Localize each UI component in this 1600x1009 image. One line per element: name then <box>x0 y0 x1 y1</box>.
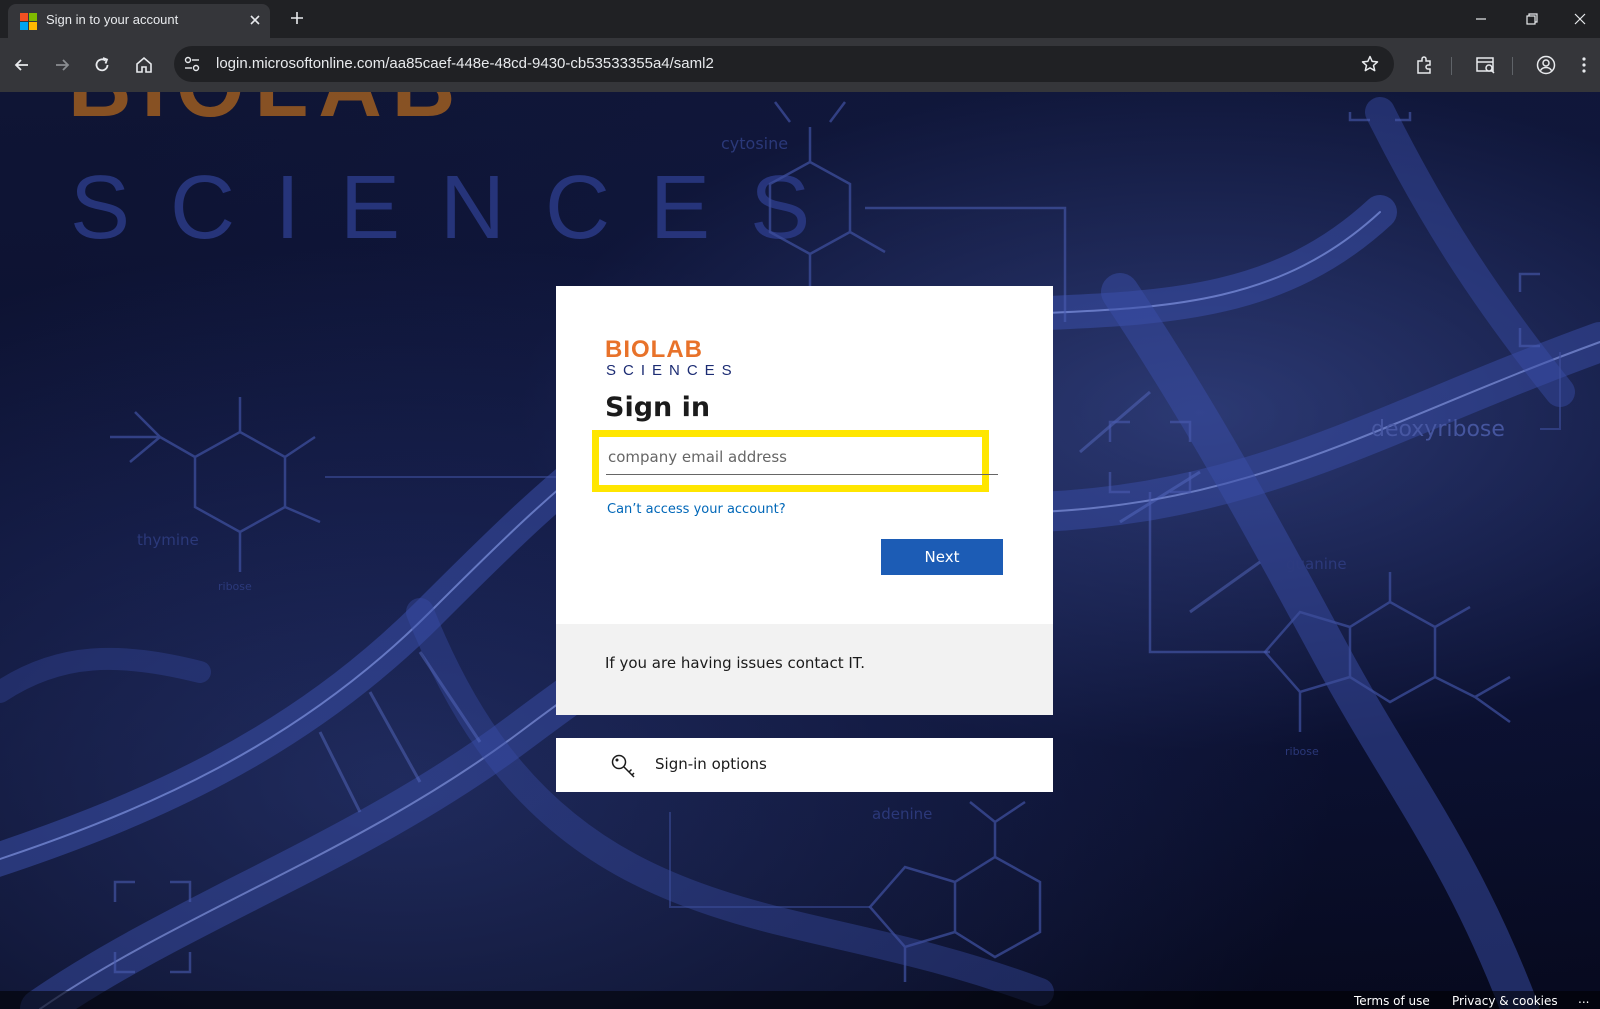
page-title: Sign in <box>605 392 711 423</box>
bg-label-deoxyribose: deoxyribose <box>1371 417 1505 442</box>
tab-search-icon <box>1476 57 1495 74</box>
it-contact-text: If you are having issues contact IT. <box>605 654 865 672</box>
new-tab-icon[interactable] <box>287 8 307 28</box>
close-window-button[interactable] <box>1560 5 1600 33</box>
signin-card: BIOLAB SCIENCES Sign in Can’t access you… <box>556 286 1053 715</box>
cant-access-account-link[interactable]: Can’t access your account? <box>607 502 786 517</box>
restore-button[interactable] <box>1509 5 1555 33</box>
bg-label-thymine: thymine <box>137 531 199 549</box>
biolab-sciences-logo: BIOLAB SCIENCES <box>605 336 739 378</box>
restore-icon <box>1526 13 1538 25</box>
kebab-menu-icon <box>1582 57 1586 73</box>
bg-label-cytosine: cytosine <box>721 134 788 153</box>
close-icon[interactable] <box>246 11 264 29</box>
bg-label-ribose-left: ribose <box>218 580 252 593</box>
toolbar-divider <box>1451 57 1452 75</box>
signin-options-button[interactable]: Sign-in options <box>556 738 1053 792</box>
tab-search-button[interactable] <box>1474 53 1498 77</box>
signin-page-background: BIOLAB SCIENCES cytosine <box>0 92 1600 1009</box>
bg-sciences-text: SCIENCES <box>70 158 850 258</box>
profile-icon <box>1536 55 1556 75</box>
back-arrow-icon <box>14 59 28 71</box>
bg-label-adenine: adenine <box>872 805 932 823</box>
url-text: login.microsoftonline.com/aa85caef-448e-… <box>216 55 714 72</box>
svg-text:SCIENCES: SCIENCES <box>606 362 739 378</box>
browser-tab[interactable]: Sign in to your account <box>8 4 270 38</box>
bg-brand-text: BIOLAB <box>68 92 465 135</box>
signin-form-area: BIOLAB SCIENCES Sign in Can’t access you… <box>556 286 1053 624</box>
terms-of-use-link[interactable]: Terms of use <box>1354 994 1430 1008</box>
signin-card-footer: If you are having issues contact IT. <box>556 624 1053 715</box>
page-footer: Terms of use Privacy & cookies ... <box>0 991 1600 1009</box>
bg-label-ribose-right: ribose <box>1285 745 1319 758</box>
home-button[interactable] <box>132 53 156 77</box>
site-info-icon[interactable] <box>182 54 202 74</box>
minimize-button[interactable] <box>1458 5 1504 33</box>
profile-button[interactable] <box>1534 53 1558 77</box>
browser-tabstrip: Sign in to your account <box>0 0 1600 38</box>
privacy-cookies-link[interactable]: Privacy & cookies <box>1452 994 1558 1008</box>
menu-button[interactable] <box>1574 53 1594 77</box>
svg-text:BIOLAB: BIOLAB <box>605 336 703 363</box>
address-bar[interactable]: login.microsoftonline.com/aa85caef-448e-… <box>174 46 1394 82</box>
home-icon <box>136 56 152 73</box>
back-button[interactable] <box>10 53 34 77</box>
extensions-button[interactable] <box>1413 53 1437 77</box>
browser-toolbar: login.microsoftonline.com/aa85caef-448e-… <box>0 38 1600 93</box>
microsoft-logo-icon <box>20 13 37 30</box>
next-button[interactable]: Next <box>881 539 1003 575</box>
signin-options-label: Sign-in options <box>655 755 767 773</box>
toolbar-divider <box>1512 57 1513 75</box>
minimize-icon <box>1476 18 1486 20</box>
forward-arrow-icon <box>56 59 70 71</box>
bg-label-guanine: guanine <box>1286 555 1347 573</box>
tab-title: Sign in to your account <box>46 12 179 27</box>
forward-button[interactable] <box>50 53 74 77</box>
close-window-icon <box>1574 13 1586 25</box>
reload-button[interactable] <box>90 53 114 77</box>
bookmark-star-icon[interactable] <box>1360 54 1380 74</box>
key-search-icon <box>611 754 635 778</box>
email-input[interactable] <box>606 439 998 475</box>
reload-icon <box>95 57 109 72</box>
puzzle-icon <box>1417 56 1431 74</box>
more-options-button[interactable]: ... <box>1578 992 1589 1006</box>
